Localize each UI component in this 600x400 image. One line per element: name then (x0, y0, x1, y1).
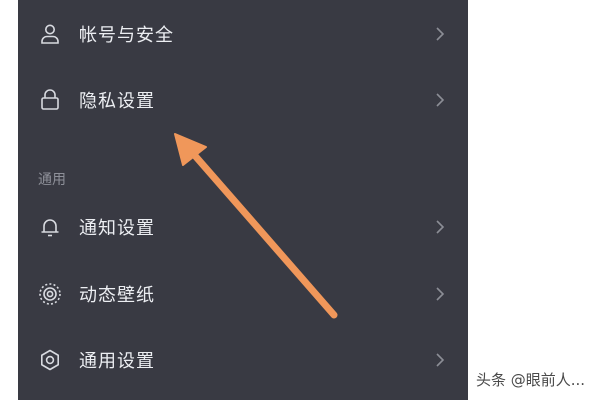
section-title-general: 通用 (38, 172, 66, 188)
settings-item-label: 帐号与安全 (79, 25, 174, 46)
settings-item-live-wallpaper[interactable]: 动态壁纸 (18, 264, 468, 324)
live-wallpaper-icon (38, 282, 62, 306)
gear-icon (38, 348, 62, 372)
settings-item-notifications[interactable]: 通知设置 (18, 197, 468, 257)
user-icon (38, 22, 62, 46)
chevron-right-icon (436, 220, 445, 234)
bell-icon (38, 215, 62, 239)
settings-item-label: 通用设置 (79, 351, 155, 372)
chevron-right-icon (436, 27, 445, 41)
settings-item-account-security[interactable]: 帐号与安全 (18, 4, 468, 64)
watermark: 头条 @眼前人... (476, 371, 586, 389)
settings-item-label: 通知设置 (79, 218, 155, 239)
settings-item-privacy[interactable]: 隐私设置 (18, 70, 468, 130)
chevron-right-icon (436, 287, 445, 301)
chevron-right-icon (436, 93, 445, 107)
settings-item-general[interactable]: 通用设置 (18, 330, 468, 390)
settings-item-label: 动态壁纸 (79, 285, 155, 306)
settings-item-label: 隐私设置 (79, 91, 155, 112)
lock-icon (38, 88, 62, 112)
settings-panel: 帐号与安全 隐私设置 通用 通知设置 动态壁纸 通用设置 (18, 0, 468, 400)
chevron-right-icon (436, 353, 445, 367)
